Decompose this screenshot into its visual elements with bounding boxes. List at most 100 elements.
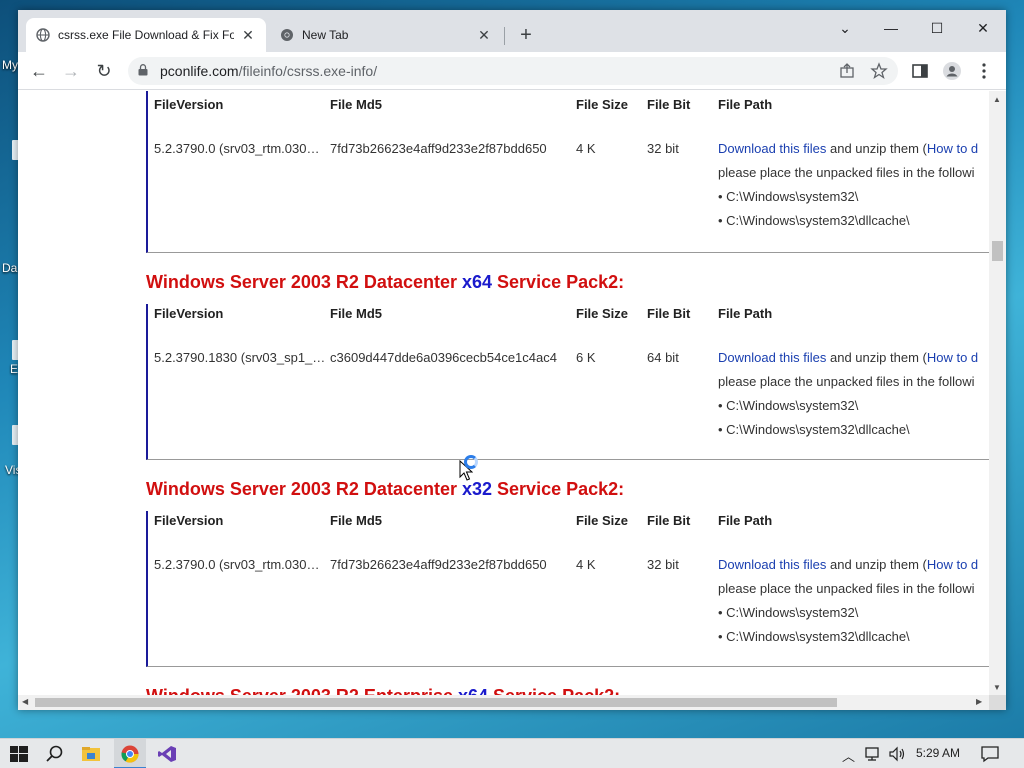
file-path-instructions: please place the unpacked files in the f… <box>718 374 975 389</box>
globe-icon <box>36 28 50 42</box>
file-path-dir: • C:\Windows\system32\dllcache\ <box>718 422 910 437</box>
page-content: FileVersion File Md5 File Size File Bit … <box>18 91 989 695</box>
tab-csrss[interactable]: csrss.exe File Download & Fix For ✕ <box>26 18 266 52</box>
header-file-bit: File Bit <box>647 513 691 528</box>
heading-text: Windows Server 2003 R2 Datacenter <box>146 272 462 292</box>
file-size-value: 6 K <box>576 350 596 365</box>
file-path-instructions: please place the unpacked files in the f… <box>718 581 975 596</box>
horizontal-scroll-thumb[interactable] <box>35 698 837 707</box>
download-files-link[interactable]: Download this files <box>718 141 826 156</box>
file-md5-value: c3609d447dde6a0396cecb54ce1c4ac4 <box>330 350 557 365</box>
clock-time[interactable]: 5:29 AM <box>916 746 960 760</box>
header-file-size: File Size <box>576 306 629 321</box>
scroll-down-icon[interactable]: ▼ <box>993 683 1001 692</box>
tab-title: csrss.exe File Download & Fix For <box>58 28 234 42</box>
file-version-value: 5.2.3790.0 (srv03_rtm.030… <box>154 141 320 156</box>
section-heading: Windows Server 2003 R2 Datacenter x64 Se… <box>146 272 624 293</box>
header-file-path: File Path <box>718 306 773 321</box>
how-to-link[interactable]: How to d <box>927 350 978 365</box>
network-icon[interactable] <box>864 745 882 763</box>
file-version-value: 5.2.3790.0 (srv03_rtm.030… <box>154 557 320 572</box>
profile-avatar-icon[interactable] <box>942 61 962 81</box>
notification-icon[interactable] <box>980 745 1000 763</box>
horizontal-scrollbar[interactable]: ◀ ▶ <box>18 695 989 710</box>
header-file-size: File Size <box>576 97 629 112</box>
scrollbar-corner <box>989 695 1006 710</box>
file-path-text: and unzip them ( <box>826 141 927 156</box>
url-host: pconlife.com <box>160 63 239 79</box>
header-file-bit: File Bit <box>647 97 691 112</box>
vertical-scroll-thumb[interactable] <box>992 241 1003 261</box>
address-bar[interactable]: pconlife.com/fileinfo/csrss.exe-info/ <box>128 57 898 85</box>
file-path-line: Download this files and unzip them (How … <box>718 557 989 572</box>
file-bit-value: 64 bit <box>647 350 679 365</box>
url-text[interactable]: pconlife.com/fileinfo/csrss.exe-info/ <box>160 63 377 79</box>
scroll-up-icon[interactable]: ▲ <box>993 95 1001 104</box>
volume-icon[interactable] <box>888 745 906 763</box>
desktop-label: E <box>10 362 19 376</box>
reload-button[interactable]: ↻ <box>91 58 117 84</box>
file-md5-value: 7fd73b26623e4aff9d233e2f87bdd650 <box>330 557 547 572</box>
scroll-left-icon[interactable]: ◀ <box>22 697 28 706</box>
heading-arch: x64 <box>458 686 488 695</box>
minimize-button[interactable]: — <box>868 14 914 42</box>
tab-search-button[interactable]: ⌄ <box>822 14 868 42</box>
header-file-size: File Size <box>576 513 629 528</box>
file-path-dir: • C:\Windows\system32\ <box>718 189 859 204</box>
close-icon[interactable]: ✕ <box>476 27 492 44</box>
file-info-block: FileVersion File Md5 File Size File Bit … <box>146 511 989 667</box>
chrome-icon[interactable] <box>119 744 141 764</box>
file-path-text: and unzip them ( <box>826 350 927 365</box>
file-path-dir: • C:\Windows\system32\ <box>718 398 859 413</box>
scroll-right-icon[interactable]: ▶ <box>976 697 982 706</box>
heading-arch: x64 <box>461 272 493 292</box>
file-md5-value: 7fd73b26623e4aff9d233e2f87bdd650 <box>330 141 547 156</box>
how-to-link[interactable]: How to d <box>927 141 978 156</box>
file-bit-value: 32 bit <box>647 141 679 156</box>
chrome-icon <box>281 29 293 41</box>
browser-toolbar: ← → ↻ pconlife.com/fileinfo/csrss.exe-in… <box>18 52 1006 90</box>
section-heading: Windows Server 2003 R2 Enterprise x64 Se… <box>146 686 620 695</box>
heading-text: Service Pack2: <box>492 479 625 499</box>
file-version-value: 5.2.3790.1830 (srv03_sp1_… <box>154 350 326 365</box>
tab-new-tab[interactable]: New Tab ✕ <box>270 18 502 52</box>
forward-button[interactable]: → <box>58 58 84 84</box>
heading-text: Service Pack2: <box>492 272 625 292</box>
bookmark-star-icon[interactable] <box>870 62 888 80</box>
visual-studio-icon[interactable] <box>156 744 178 764</box>
header-file-md5: File Md5 <box>330 513 383 528</box>
header-file-version: FileVersion <box>154 306 224 321</box>
tray-chevron-up-icon[interactable]: ︿ <box>842 746 855 765</box>
close-icon[interactable]: ✕ <box>240 27 256 44</box>
browser-window: csrss.exe File Download & Fix For ✕ New … <box>18 10 1006 710</box>
new-tab-button[interactable]: + <box>514 23 538 47</box>
how-to-link[interactable]: How to d <box>927 557 978 572</box>
menu-kebab-icon[interactable] <box>974 61 994 81</box>
header-file-bit: File Bit <box>647 306 691 321</box>
header-file-version: FileVersion <box>154 513 224 528</box>
download-files-link[interactable]: Download this files <box>718 350 826 365</box>
side-panel-icon[interactable] <box>910 61 930 81</box>
file-path-line: Download this files and unzip them (How … <box>718 141 989 156</box>
file-size-value: 4 K <box>576 141 596 156</box>
windows-start-icon[interactable] <box>8 744 30 764</box>
file-explorer-icon[interactable] <box>80 744 102 764</box>
close-window-button[interactable]: ✕ <box>960 14 1006 42</box>
tab-separator <box>504 27 505 45</box>
back-button[interactable]: ← <box>26 58 52 84</box>
search-icon[interactable] <box>44 744 66 764</box>
file-path-text: and unzip them ( <box>826 557 927 572</box>
desktop-label: Da <box>2 261 18 275</box>
heading-text: Service Pack2: <box>488 686 620 695</box>
header-file-md5: File Md5 <box>330 306 383 321</box>
tab-bar: csrss.exe File Download & Fix For ✕ New … <box>18 10 1006 52</box>
header-file-path: File Path <box>718 97 773 112</box>
vertical-scrollbar[interactable]: ▲ ▼ <box>989 91 1006 695</box>
share-icon[interactable] <box>838 62 856 80</box>
header-file-version: FileVersion <box>154 97 224 112</box>
maximize-button[interactable]: ☐ <box>914 14 960 42</box>
lock-icon[interactable] <box>138 64 148 76</box>
taskbar: ︿ 5:29 AM <box>0 738 1024 768</box>
file-path-instructions: please place the unpacked files in the f… <box>718 165 975 180</box>
download-files-link[interactable]: Download this files <box>718 557 826 572</box>
